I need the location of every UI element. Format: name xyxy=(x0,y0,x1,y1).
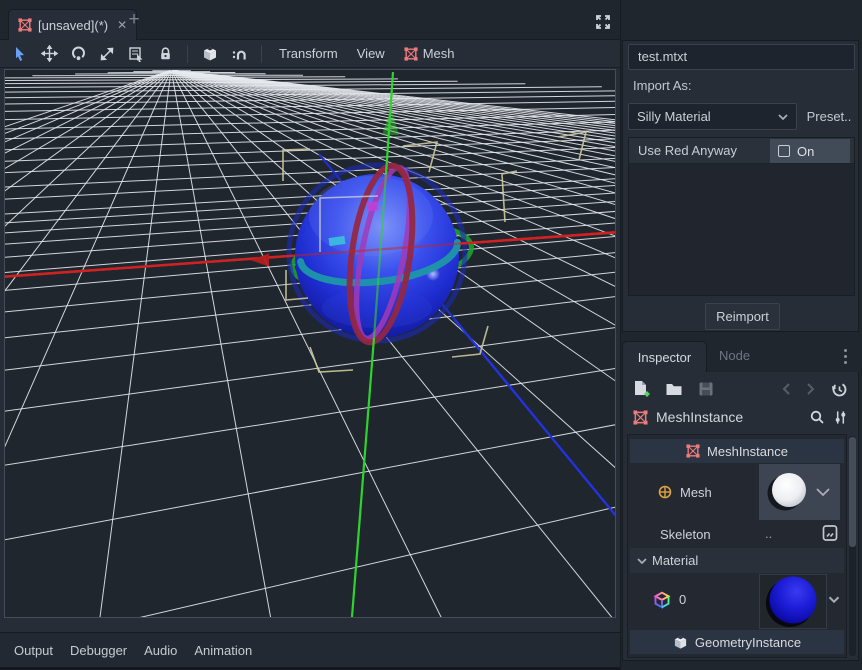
history-forward-icon[interactable] xyxy=(806,382,816,396)
history-back-icon[interactable] xyxy=(781,382,791,396)
load-folder-icon[interactable] xyxy=(665,382,683,397)
expand-viewport-icon[interactable] xyxy=(592,11,614,33)
chevron-down-icon[interactable] xyxy=(817,489,829,495)
tab-animation[interactable]: Animation xyxy=(194,643,252,658)
chevron-down-icon xyxy=(637,557,647,565)
view-menu[interactable]: View xyxy=(350,46,392,61)
save-icon[interactable] xyxy=(698,381,714,397)
toolbar-separator xyxy=(187,45,188,63)
inspector-object-row: MeshInstance xyxy=(623,404,858,430)
reimport-button[interactable]: Reimport xyxy=(705,303,780,330)
import-options-panel: Use Red Anyway On xyxy=(628,137,855,296)
mesh-resource-picker[interactable] xyxy=(759,464,840,520)
inspected-object-name: MeshInstance xyxy=(656,409,801,425)
material-rainbow-cube-icon xyxy=(653,591,671,609)
viewport-margin xyxy=(0,68,620,632)
geometry-cube-icon xyxy=(673,635,688,650)
tab-output[interactable]: Output xyxy=(14,643,53,658)
tab-debugger[interactable]: Debugger xyxy=(70,643,127,658)
tab-audio[interactable]: Audio xyxy=(144,643,177,658)
import-filename-field[interactable]: test.mtxt xyxy=(628,44,855,70)
bottom-panel-bar: Output Debugger Audio Animation xyxy=(0,632,620,667)
object-history-icon[interactable] xyxy=(831,381,848,398)
chevron-down-icon[interactable] xyxy=(828,595,840,604)
mesh-instance-icon xyxy=(18,18,32,32)
viewport-background xyxy=(5,70,615,617)
list-select-tool-button[interactable] xyxy=(124,43,148,65)
inspector-dock: MeshInstance xyxy=(622,372,859,661)
spatial-toolbar: Transform View Mesh xyxy=(0,40,620,68)
scene-tab-label: [unsaved](*) xyxy=(38,18,108,33)
material-resource-picker[interactable] xyxy=(759,574,827,629)
tab-node[interactable]: Node xyxy=(719,348,750,363)
select-tool-button[interactable] xyxy=(8,43,32,65)
inspector-toolbar xyxy=(623,376,858,402)
checkbox-icon[interactable] xyxy=(778,145,790,157)
inspector-scrollbar[interactable] xyxy=(849,436,856,656)
mesh-resource-icon xyxy=(657,484,673,500)
skeleton-property-label: Skeleton xyxy=(660,527,711,542)
class-section-header[interactable]: MeshInstance xyxy=(630,439,844,463)
mesh-menu-icon xyxy=(404,47,418,61)
mesh-property-label: Mesh xyxy=(680,485,712,500)
scrollbar-thumb[interactable] xyxy=(849,437,856,547)
new-scene-tab-button[interactable]: + xyxy=(124,10,144,30)
cube-mode-icon-button[interactable] xyxy=(198,43,222,65)
toolbar-separator xyxy=(261,45,262,63)
option-label: Use Red Anyway xyxy=(638,143,737,158)
plane-handle-magenta[interactable] xyxy=(366,201,378,211)
mesh-instance-icon xyxy=(633,410,648,425)
right-dock: test.mtxt Import As: Silly Material Pres… xyxy=(620,0,862,670)
new-resource-icon[interactable] xyxy=(633,380,650,399)
import-as-label: Import As: xyxy=(633,78,692,93)
inspector-menu-dots-icon[interactable] xyxy=(844,349,848,364)
move-tool-button[interactable] xyxy=(37,43,61,65)
snap-magnet-icon-button[interactable] xyxy=(227,43,251,65)
material-section-header[interactable]: Material xyxy=(630,548,844,573)
scene-tab[interactable]: [unsaved](*) ✕ xyxy=(8,9,137,40)
mesh-thumbnail xyxy=(772,473,806,507)
inspector-properties: MeshInstance Mesh xyxy=(627,434,847,658)
material-slot-label: 0 xyxy=(679,592,686,607)
scale-tool-button[interactable] xyxy=(95,43,119,65)
geometry-section-header[interactable]: GeometryInstance xyxy=(630,630,844,654)
material-thumbnail xyxy=(770,577,817,624)
node-path-icon[interactable] xyxy=(821,523,839,543)
inspector-tools-icon[interactable] xyxy=(833,409,848,426)
search-icon[interactable] xyxy=(809,409,825,425)
option-row: Use Red Anyway On xyxy=(629,138,854,164)
rotate-tool-button[interactable] xyxy=(66,43,90,65)
godot-editor-window: [unsaved](*) ✕ + Scene Import xyxy=(0,0,862,670)
skeleton-value[interactable]: .. xyxy=(765,526,772,541)
3d-viewport[interactable] xyxy=(4,69,616,618)
mesh-menu[interactable]: Mesh xyxy=(397,46,462,61)
option-toggle[interactable]: On xyxy=(770,139,850,163)
lock-icon-button[interactable] xyxy=(153,43,177,65)
import-dock: test.mtxt Import As: Silly Material Pres… xyxy=(622,40,859,332)
chevron-down-icon xyxy=(778,113,788,121)
import-preset-dropdown[interactable]: Silly Material xyxy=(628,103,797,130)
preset-button[interactable]: Preset.. xyxy=(802,103,856,130)
transform-menu[interactable]: Transform xyxy=(272,46,345,61)
tab-inspector[interactable]: Inspector xyxy=(622,341,707,372)
mesh-instance-icon xyxy=(686,444,700,458)
